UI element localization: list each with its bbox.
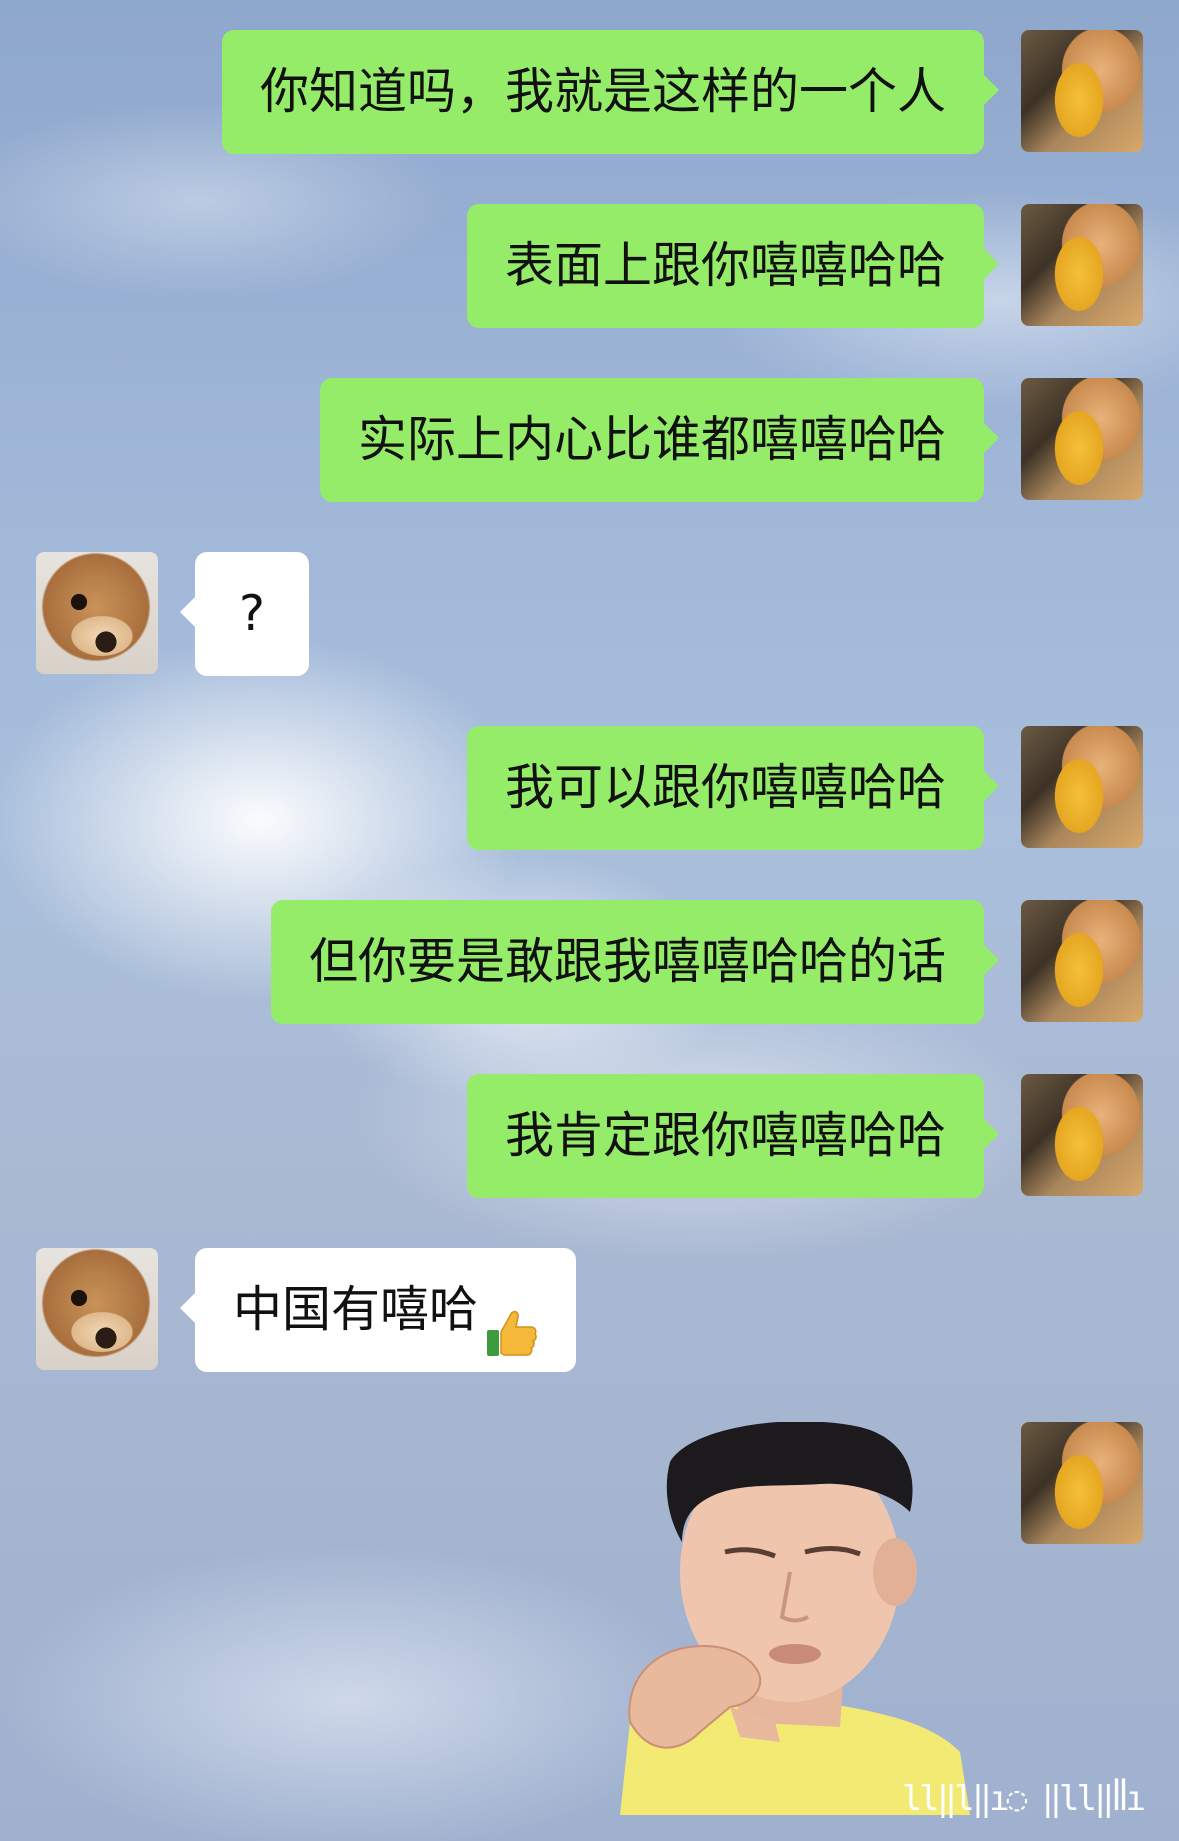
- contact-avatar[interactable]: [36, 1248, 158, 1370]
- my-avatar[interactable]: [1021, 1074, 1143, 1196]
- message-row: 中国有嘻哈: [0, 1248, 1179, 1372]
- message-row: 我肯定跟你嘻嘻哈哈: [0, 1074, 1179, 1198]
- sent-message-bubble[interactable]: 我肯定跟你嘻嘻哈哈: [466, 1074, 1000, 1198]
- sent-message-bubble[interactable]: 你知道吗，我就是这样的一个人: [221, 30, 1000, 154]
- received-message-bubble[interactable]: ?: [179, 552, 310, 676]
- sent-message-bubble[interactable]: 我可以跟你嘻嘻哈哈: [466, 726, 1000, 850]
- my-avatar[interactable]: [1021, 204, 1143, 326]
- message-row: 但你要是敢跟我嘻嘻哈哈的话: [0, 900, 1179, 1024]
- sent-message-bubble[interactable]: 实际上内心比谁都嘻嘻哈哈: [319, 378, 1000, 502]
- message-row: 我可以跟你嘻嘻哈哈: [0, 726, 1179, 850]
- received-message-bubble[interactable]: 中国有嘻哈: [179, 1248, 577, 1372]
- message-row: 实际上内心比谁都嘻嘻哈哈: [0, 378, 1179, 502]
- message-text: 中国有嘻哈: [233, 1281, 479, 1338]
- message-row: 表面上跟你嘻嘻哈哈: [0, 204, 1179, 328]
- message-row: 你知道吗，我就是这样的一个人: [0, 30, 1179, 154]
- watermark: ll‖l‖ı◌ ‖ll‖ꟾꟾı: [901, 1779, 1146, 1819]
- man-face-sticker[interactable]: [590, 1422, 970, 1815]
- sent-message-bubble[interactable]: 但你要是敢跟我嘻嘻哈哈的话: [270, 900, 1000, 1024]
- message-row: ?: [0, 552, 1179, 676]
- thumbs-up-icon: [484, 1282, 538, 1356]
- my-avatar[interactable]: [1021, 900, 1143, 1022]
- sent-message-bubble[interactable]: 表面上跟你嘻嘻哈哈: [466, 204, 1000, 328]
- my-avatar[interactable]: [1021, 726, 1143, 848]
- my-avatar[interactable]: [1021, 1422, 1143, 1544]
- my-avatar[interactable]: [1021, 30, 1143, 152]
- contact-avatar[interactable]: [36, 552, 158, 674]
- my-avatar[interactable]: [1021, 378, 1143, 500]
